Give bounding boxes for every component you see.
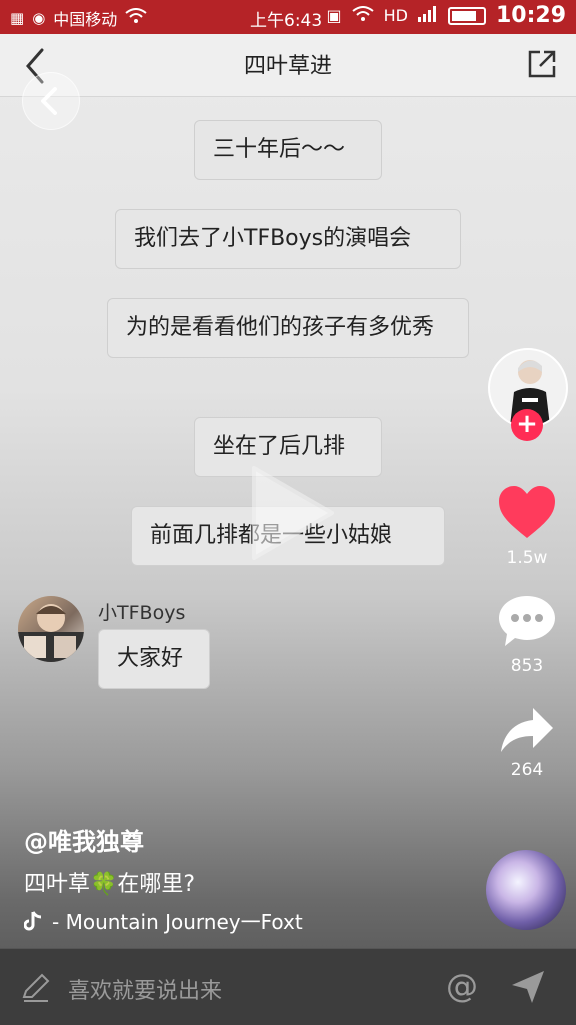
chat-bubble: 为的是看看他们的孩子有多优秀 <box>107 298 469 358</box>
overlay-back-button[interactable] <box>22 72 80 130</box>
external-share-icon[interactable] <box>526 48 558 80</box>
clover-icon: 🍀 <box>90 872 118 897</box>
chat-sender-name: 小TFBoys <box>98 602 186 624</box>
chat-bubble: 我们去了小TFBoys的演唱会 <box>115 209 461 269</box>
like-icon[interactable] <box>497 484 557 540</box>
top-nav: 四叶草进 <box>0 34 576 97</box>
wifi-icon-right <box>351 5 374 26</box>
comment-bar: 喜欢就要说出来 @ <box>0 948 576 1025</box>
music-disc[interactable] <box>486 850 566 930</box>
chat-bubble-reply: 大家好 <box>98 629 210 689</box>
post-caption: 四叶草🍀在哪里? <box>24 866 195 898</box>
send-icon[interactable] <box>510 969 546 1005</box>
pencil-icon <box>20 971 52 1003</box>
music-note-icon <box>24 910 52 934</box>
battery-icon <box>447 6 486 25</box>
chat-sender-avatar <box>18 596 84 662</box>
caption-text-end: 在哪里? <box>117 872 196 897</box>
comment-icon[interactable] <box>497 594 557 648</box>
signal-icon <box>417 5 438 26</box>
share-count: 264 <box>510 760 544 780</box>
sim-icon: ▣ <box>326 6 342 25</box>
mention-icon[interactable]: @ <box>446 967 478 1005</box>
status-clock: 上午6:43 <box>250 11 323 31</box>
carrier-name: 中国移动 <box>53 10 118 29</box>
status-bar: ▦ ◉ 中国移动 上午6:43 ▣ HD 10:29 <box>0 0 576 34</box>
author-username[interactable]: @唯我独尊 <box>24 822 144 857</box>
play-icon[interactable] <box>232 458 342 568</box>
music-row[interactable]: - Mountain Journey一Foxt <box>24 906 324 935</box>
share-arrow-icon[interactable] <box>499 706 555 756</box>
music-title: - Mountain Journey一Foxt <box>52 910 303 934</box>
page-title: 四叶草进 <box>243 54 332 79</box>
comment-count: 853 <box>510 656 544 676</box>
like-count: 1.5w <box>506 548 548 568</box>
app-grid-icon: ▦ <box>10 9 25 27</box>
network-type: HD <box>383 6 408 25</box>
follow-button[interactable]: + <box>511 409 543 441</box>
comment-input[interactable]: 喜欢就要说出来 <box>68 973 222 1005</box>
caption-text-start: 四叶草 <box>24 872 91 897</box>
wifi-icon <box>125 8 147 28</box>
wechat-icon: ◉ <box>32 9 46 27</box>
status-time: 10:29 <box>495 3 566 28</box>
chat-bubble: 三十年后～～ <box>194 120 382 180</box>
